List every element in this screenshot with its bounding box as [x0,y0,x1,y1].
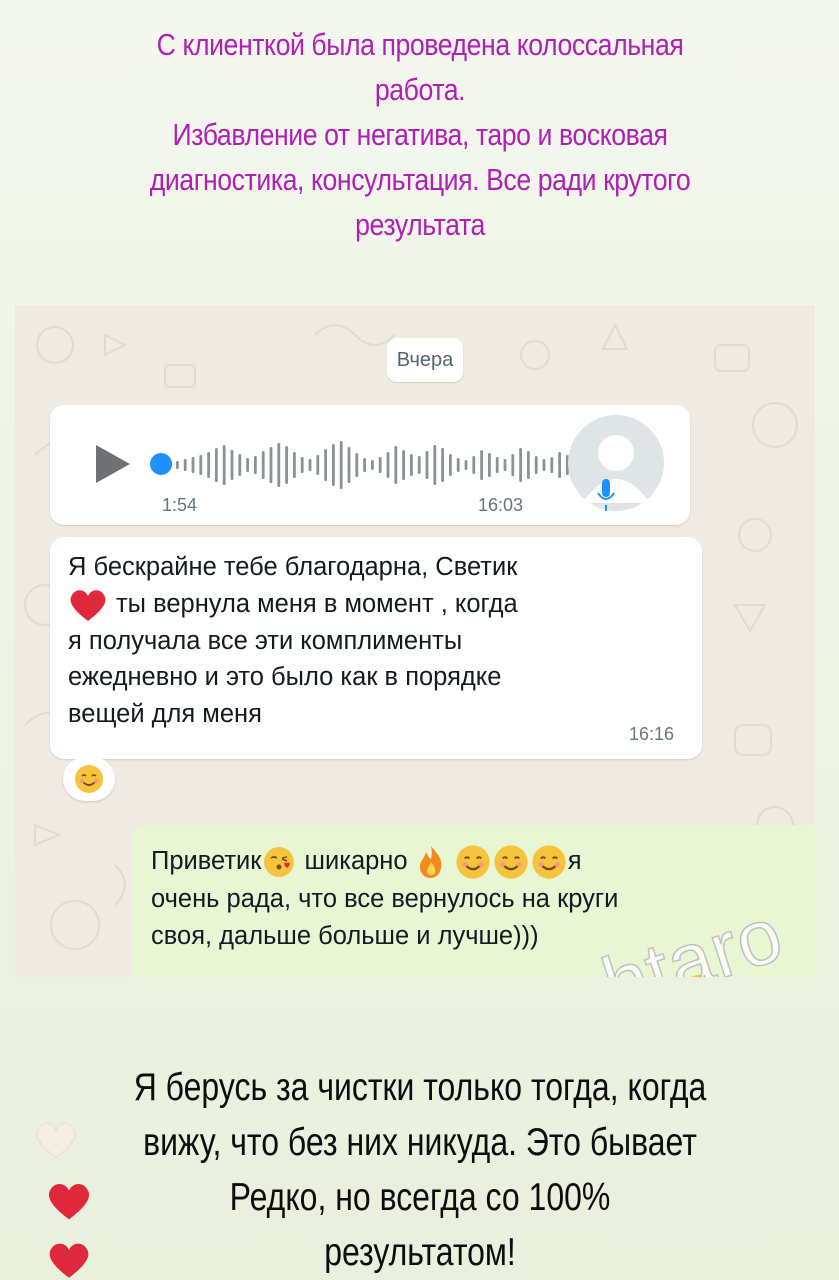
waveform-bar [464,460,468,470]
message-line: Приветик шикарно я [151,843,771,881]
message-time: 16:03 [478,495,524,515]
audio-waveform[interactable] [176,435,586,495]
waveform-bar [495,457,499,473]
waveform-bar [402,450,405,480]
waveform-bar [472,456,476,474]
message-text: Я бескрайне тебе благодарна, Светик ты в… [68,549,668,732]
waveform-bar [355,453,359,477]
message-line: я получала все эти комплименты [68,626,463,655]
red-heart-icon [48,1184,90,1220]
waveform-bar [207,452,210,478]
playback-position-dot[interactable] [150,453,172,475]
waveform-bar [386,452,390,478]
waveform-bar [332,444,335,486]
waveform-bar [433,445,437,485]
message-fragment: Приветик [151,847,262,875]
smiling-face-icon [75,765,103,793]
bottom-caption: Я берусь за чистки только тогда, когда в… [133,1060,707,1280]
smiling-face-icon [456,845,490,879]
waveform-bar [230,450,234,480]
waveform-bar [285,446,288,484]
waveform-bar [176,461,179,469]
waveform-bar [527,451,530,479]
waveform-bar [456,458,460,472]
voice-message-bubble: 1:54 16:03 [50,405,690,525]
message-line: ежедневно и это было как в порядке [68,663,502,692]
red-heart-icon [49,1243,89,1278]
microphone-icon [597,479,615,511]
waveform-bar [425,451,429,479]
waveform-bar [417,456,421,474]
message-line: Я бескрайне тебе благодарна, Светик [68,553,518,581]
waveform-bar [246,458,249,472]
waveform-bar [394,446,398,484]
message-line: ты вернула меня в момент , когда [68,586,668,623]
chat-screenshot: Вчера 1:54 16:03 Я бескрайне тебе благод… [15,305,815,977]
waveform-bar [293,452,296,478]
waveform-bar [215,448,218,482]
voice-duration: 1:54 [162,495,198,515]
waveform-bar [347,447,351,483]
play-icon[interactable] [92,443,132,485]
waveform-bar [378,457,382,473]
message-fragment: я [567,847,582,875]
waveform-bar [300,457,304,473]
top-caption-line: результата [355,207,485,242]
top-caption-line: С клиенткой была проведена колоссальная [156,27,684,62]
incoming-message[interactable]: Я бескрайне тебе благодарна, Светик ты в… [50,537,702,759]
waveform-bar [191,457,195,473]
waveform-bar [519,448,522,482]
top-caption: С клиенткой была проведена колоссальная … [119,22,721,247]
bottom-caption-line: Редко, но всегда со 100% результатом! [229,1176,611,1274]
fire-icon [419,846,442,879]
waveform-bar [371,460,374,470]
bottom-caption-line: вижу, что без них никуда. Это бывает [143,1121,697,1164]
waveform-bar [363,458,366,472]
waveform-bar [511,454,515,476]
top-caption-line: диагностика, консультация. Все ради крут… [149,162,691,197]
red-heart-icon [70,589,106,621]
waveform-bar [261,451,265,479]
smiling-face-icon [494,845,528,879]
waveform-bar [558,452,561,478]
waveform-bar [199,455,203,475]
waveform-bar [534,456,538,474]
waveform-bar [254,456,257,474]
waveform-bar [550,457,554,473]
waveform-bar [339,441,343,489]
smiling-face-icon [532,845,566,879]
message-line: вещей для меня [68,699,262,728]
waveform-bar [488,453,491,477]
waveform-bar [542,459,546,471]
waveform-bar [269,447,273,483]
waveform-bar [480,450,483,480]
avatar[interactable] [568,415,664,511]
top-caption-line: Избавление от негатива, таро и восковая [172,117,668,152]
date-divider: Вчера [387,338,463,382]
waveform-bar [183,459,187,471]
waveform-bar [441,448,444,482]
kissing-face-icon [264,847,295,878]
white-heart-icon [36,1123,76,1159]
waveform-bar [277,443,281,487]
waveform-bar [308,459,312,471]
bottom-caption-line: Я берусь за чистки только тогда, когда [133,1066,707,1109]
message-time: 16:16 [628,724,674,744]
message-line: очень рада, что все вернулось на круги [151,885,619,914]
message-line-text: ты вернула меня в момент , когда [116,589,518,618]
message-fragment: шикарно [297,847,415,875]
top-caption-line: работа. [374,72,466,107]
waveform-bar [222,445,226,485]
message-reaction[interactable] [63,757,115,801]
waveform-bar [238,454,242,476]
waveform-bar [410,454,413,476]
waveform-bar [316,455,320,475]
user-silhouette-icon [582,435,650,503]
waveform-bar [503,459,507,471]
waveform-bar [449,454,452,476]
waveform-bar [324,449,327,481]
